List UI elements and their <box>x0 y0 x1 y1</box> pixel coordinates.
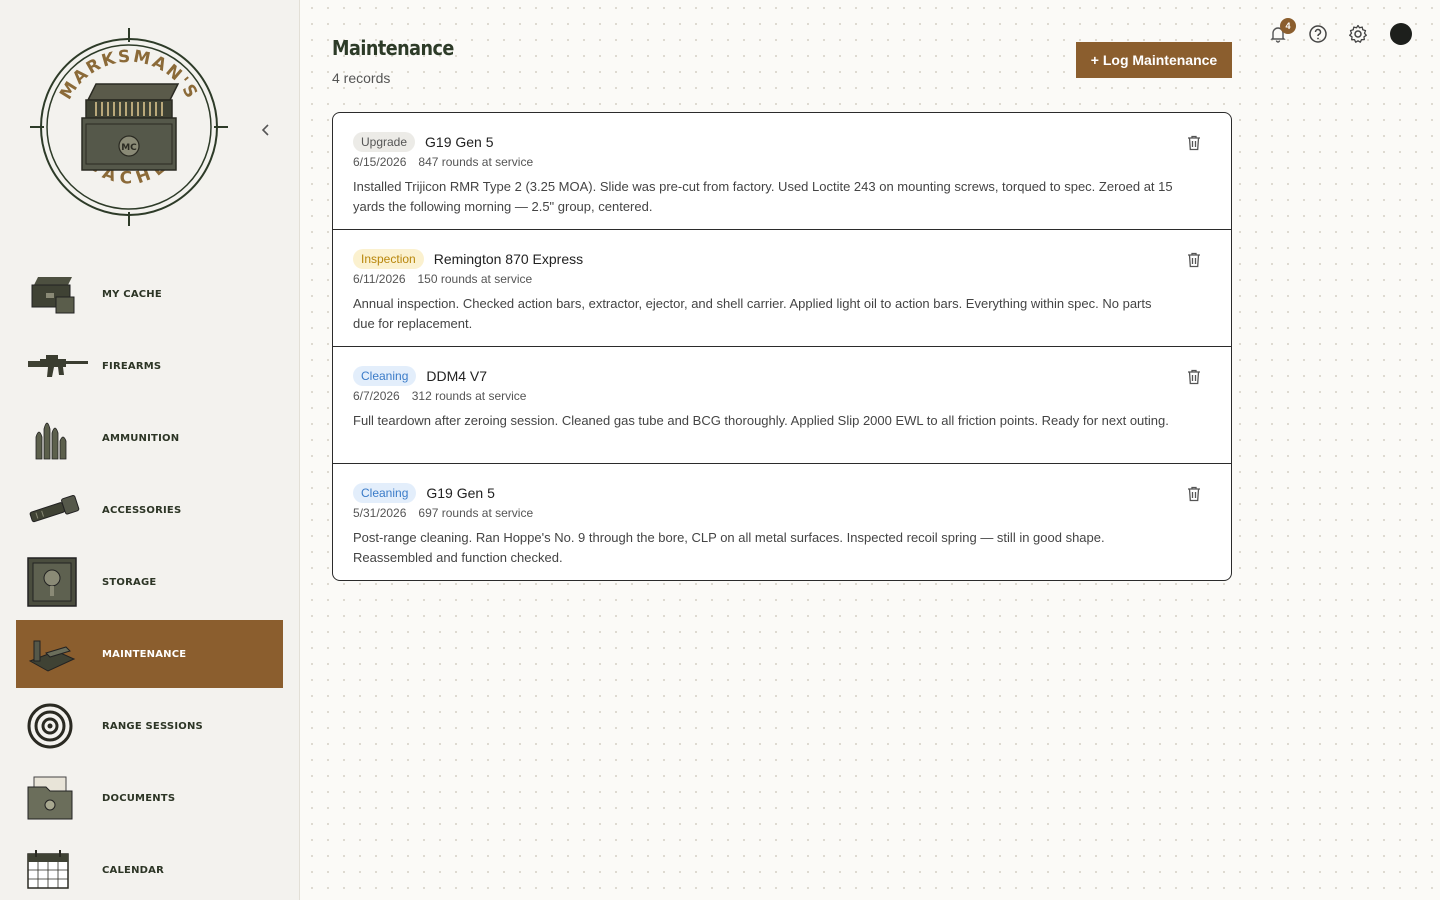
type-badge: Inspection <box>353 249 424 269</box>
safe-icon <box>26 554 92 610</box>
record-notes: Annual inspection. Checked action bars, … <box>353 296 1152 331</box>
firearm-name: G19 Gen 5 <box>425 134 494 150</box>
sidebar-item-label: DOCUMENTS <box>102 792 176 804</box>
target-icon <box>26 698 92 754</box>
record-count: 4 records <box>332 70 391 86</box>
sidebar-item-label: FIREARMS <box>102 360 162 372</box>
sidebar: MARKSMAN'S CACHE MC <box>0 0 300 900</box>
sidebar-item-label: ACCESSORIES <box>102 504 182 516</box>
maintenance-record[interactable]: Cleaning G19 Gen 5 5/31/2026 697 rounds … <box>333 464 1231 580</box>
sidebar-item-range-sessions[interactable]: RANGE SESSIONS <box>16 692 283 760</box>
page-title: Maintenance <box>332 36 454 60</box>
gear-icon <box>1349 24 1367 43</box>
rifle-icon <box>26 338 92 394</box>
log-maintenance-button[interactable]: + Log Maintenance <box>1076 42 1232 78</box>
sidebar-nav: MY CACHE FIREARMS AMMUNITION ACCESSORIES… <box>16 260 283 900</box>
delete-record-button[interactable] <box>1187 135 1205 153</box>
sidebar-item-label: RANGE SESSIONS <box>102 720 203 732</box>
delete-record-button[interactable] <box>1187 369 1205 387</box>
delete-record-button[interactable] <box>1187 486 1205 504</box>
type-badge: Cleaning <box>353 366 417 386</box>
bullets-icon <box>26 410 92 466</box>
firearm-name: DDM4 V7 <box>426 368 488 384</box>
trash-icon <box>1188 369 1200 385</box>
trash-icon <box>1188 252 1200 268</box>
type-badge: Upgrade <box>353 132 416 152</box>
round-count: 150 rounds at service <box>417 272 533 286</box>
calendar-icon <box>26 842 92 898</box>
record-notes: Post-range cleaning. Ran Hoppe's No. 9 t… <box>353 530 1105 565</box>
round-count: 847 rounds at service <box>418 155 534 169</box>
top-toolbar: 4 <box>1266 18 1412 46</box>
sidebar-item-label: STORAGE <box>102 576 157 588</box>
trash-icon <box>1188 486 1200 502</box>
sidebar-item-documents[interactable]: DOCUMENTS <box>16 764 283 832</box>
record-date: 6/15/2026 <box>353 155 407 169</box>
folder-icon <box>26 770 92 826</box>
notifications-button[interactable]: 4 <box>1266 18 1296 46</box>
cleaning-kit-icon <box>26 626 92 682</box>
settings-button[interactable] <box>1346 22 1370 46</box>
sidebar-item-label: CALENDAR <box>102 864 164 876</box>
maintenance-record[interactable]: Inspection Remington 870 Express 6/11/20… <box>333 230 1231 347</box>
record-notes: Full teardown after zeroing session. Cle… <box>353 413 1169 428</box>
delete-record-button[interactable] <box>1187 252 1205 270</box>
trash-icon <box>1188 135 1200 151</box>
collapse-sidebar-button[interactable] <box>254 118 278 142</box>
record-date: 6/11/2026 <box>353 272 406 286</box>
round-count: 697 rounds at service <box>418 506 534 520</box>
maintenance-record-list: Upgrade G19 Gen 5 6/15/2026 847 rounds a… <box>332 112 1232 581</box>
record-notes: Installed Trijicon RMR Type 2 (3.25 MOA)… <box>353 179 1173 214</box>
sidebar-item-ammunition[interactable]: AMMUNITION <box>16 404 283 472</box>
notification-count-badge: 4 <box>1280 18 1296 34</box>
sidebar-item-maintenance[interactable]: MAINTENANCE <box>16 620 283 688</box>
user-avatar[interactable] <box>1390 23 1412 45</box>
round-count: 312 rounds at service <box>411 389 527 403</box>
type-badge: Cleaning <box>353 483 417 503</box>
sidebar-item-calendar[interactable]: CALENDAR <box>16 836 283 900</box>
toolbox-icon <box>26 266 92 322</box>
marksmans-cache-logo[interactable]: MARKSMAN'S CACHE MC <box>30 28 228 226</box>
sidebar-item-label: MAINTENANCE <box>102 648 187 660</box>
maintenance-record[interactable]: Upgrade G19 Gen 5 6/15/2026 847 rounds a… <box>333 113 1231 230</box>
maintenance-record[interactable]: Cleaning DDM4 V7 6/7/2026 312 rounds at … <box>333 347 1231 464</box>
sidebar-item-label: AMMUNITION <box>102 432 180 444</box>
firearm-name: G19 Gen 5 <box>426 485 495 501</box>
sidebar-item-my-cache[interactable]: MY CACHE <box>16 260 283 328</box>
help-button[interactable] <box>1306 22 1330 46</box>
record-date: 5/31/2026 <box>353 506 407 520</box>
sidebar-item-firearms[interactable]: FIREARMS <box>16 332 283 400</box>
help-icon <box>1309 25 1327 43</box>
record-date: 6/7/2026 <box>353 389 400 403</box>
sidebar-item-label: MY CACHE <box>102 288 162 300</box>
sidebar-item-accessories[interactable]: ACCESSORIES <box>16 476 283 544</box>
logo-monogram: MC <box>121 143 137 153</box>
flashlight-icon <box>26 482 92 538</box>
firearm-name: Remington 870 Express <box>433 251 584 267</box>
sidebar-item-storage[interactable]: STORAGE <box>16 548 283 616</box>
chevron-left-icon <box>261 124 269 136</box>
